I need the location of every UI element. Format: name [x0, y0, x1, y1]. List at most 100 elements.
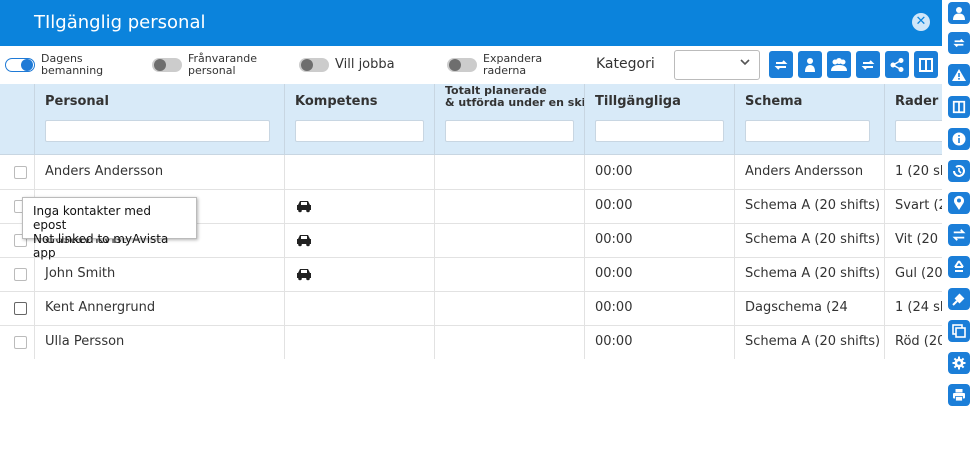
- filter-totalt-input[interactable]: [445, 120, 574, 142]
- toggle-label: raderna: [483, 64, 527, 77]
- gear-button[interactable]: [948, 352, 970, 374]
- rader-cell: Vit (20 shifts): [895, 232, 942, 247]
- columns-icon: [919, 57, 933, 72]
- recycle-button[interactable]: [948, 256, 970, 278]
- tillgangliga-cell: 00:00: [585, 189, 735, 223]
- column-label: Totalt planerade & utförda under en skif…: [445, 84, 584, 109]
- refresh-button[interactable]: [856, 51, 880, 78]
- toggle-label: bemanning: [41, 64, 104, 77]
- user-button[interactable]: [948, 2, 970, 24]
- filter-personal-input[interactable]: [45, 120, 270, 142]
- share-button[interactable]: [885, 51, 909, 78]
- rader-cell: Gul (20 shifts): [895, 266, 942, 281]
- tillgangliga-cell: 00:00: [585, 257, 735, 291]
- car-icon: [297, 234, 311, 246]
- toggle-dagens-bemanning[interactable]: Dagens bemanning: [5, 46, 103, 84]
- copy-button[interactable]: [948, 320, 970, 342]
- filter-tillgangliga-input[interactable]: [595, 120, 724, 142]
- toolbar: Dagens bemanning Frånvarande personal Vill…: [0, 46, 942, 84]
- share-icon: [890, 57, 904, 72]
- row-select-cell: [0, 257, 35, 291]
- schema-cell: Schema A (20 shifts): [735, 223, 885, 257]
- table-row[interactable]: Ulla Persson 00:00 Schema A (20 shifts) …: [0, 325, 942, 359]
- columns-side-button[interactable]: [948, 96, 970, 118]
- header-rader[interactable]: Rader: [885, 84, 942, 154]
- personal-cell: Ulla Persson: [35, 325, 285, 359]
- personal-cell: Anders Andersson: [35, 155, 285, 189]
- gear-icon: [952, 356, 966, 370]
- row-checkbox[interactable]: [14, 268, 27, 281]
- table-row[interactable]: Anders Andersson 00:00 Anders Andersson …: [0, 155, 942, 190]
- dialog-header: TIlgänglig personal ✕: [0, 0, 942, 46]
- toggle-switch[interactable]: [5, 58, 35, 72]
- toggle-franvarande-personal[interactable]: Frånvarande personal: [152, 46, 257, 84]
- header-tillgangliga[interactable]: Tillgängliga: [585, 84, 735, 154]
- personal-cell: Kent Annergrund: [35, 291, 285, 325]
- filter-kompetens-input[interactable]: [295, 120, 424, 142]
- table-row[interactable]: Kent Annergrund 00:00 Dagschema (24 1 (2…: [0, 291, 942, 326]
- car-icon: [297, 200, 311, 212]
- rader-cell: Röd (20 shifts): [895, 334, 942, 349]
- swap-side-button[interactable]: [948, 32, 970, 54]
- row-select-cell: [0, 155, 35, 189]
- kompetens-cell: [285, 257, 435, 291]
- schema-cell: Anders Andersson: [735, 155, 885, 189]
- kompetens-cell: [285, 291, 435, 325]
- row-select-cell: [0, 291, 35, 325]
- exchange-button[interactable]: [948, 224, 970, 246]
- column-label: Tillgängliga: [595, 94, 681, 109]
- copy-icon: [952, 324, 966, 338]
- filter-schema-input[interactable]: [745, 120, 870, 142]
- columns-button[interactable]: [914, 51, 938, 78]
- header-kompetens[interactable]: Kompetens: [285, 84, 435, 154]
- column-label: Schema: [745, 94, 803, 109]
- car-icon: [297, 268, 311, 280]
- swap-button[interactable]: [769, 51, 793, 78]
- rader-cell: Svart (20 shifts): [895, 198, 942, 213]
- header-personal[interactable]: Personal: [35, 84, 285, 154]
- tillgangliga-cell: 00:00: [585, 223, 735, 257]
- swap-icon: [953, 38, 965, 48]
- filter-rader-input[interactable]: [895, 120, 942, 142]
- columns-icon: [952, 100, 966, 114]
- users-icon: [831, 57, 847, 71]
- toggle-switch[interactable]: [152, 58, 182, 72]
- plug-icon: [952, 293, 965, 306]
- toggle-vill-jobba[interactable]: Vill jobba: [299, 46, 395, 84]
- toggle-switch[interactable]: [447, 58, 477, 72]
- row-checkbox[interactable]: [14, 336, 27, 349]
- user-group-icon: [805, 57, 815, 72]
- users-button[interactable]: [827, 51, 851, 78]
- column-label: Kompetens: [295, 94, 378, 109]
- header-schema[interactable]: Schema: [735, 84, 885, 154]
- toggle-expandera-raderna[interactable]: Expandera raderna: [447, 46, 542, 84]
- location-button[interactable]: [948, 192, 970, 214]
- close-icon[interactable]: ✕: [912, 13, 930, 31]
- recycle-icon: [954, 260, 964, 272]
- row-checkbox[interactable]: [14, 302, 27, 315]
- header-totalt-planerade[interactable]: Totalt planerade & utförda under en skif…: [435, 84, 585, 154]
- history-button[interactable]: [948, 160, 970, 182]
- swap-icon: [774, 59, 788, 70]
- plug-button[interactable]: [948, 288, 970, 310]
- chevron-down-icon: [739, 56, 751, 71]
- warning-icon: [952, 69, 966, 81]
- totalt-cell: [435, 189, 585, 223]
- personal-cell: John Smith: [35, 257, 285, 291]
- row-select-cell: [0, 325, 35, 359]
- warning-button[interactable]: [948, 64, 970, 86]
- schema-cell: Schema A (20 shifts): [735, 257, 885, 291]
- row-checkbox[interactable]: [14, 166, 27, 179]
- right-sidebar: [946, 0, 972, 462]
- category-label: Kategori: [596, 56, 655, 72]
- tooltip-line: Not linked to myAvista app: [33, 232, 169, 260]
- info-button[interactable]: [948, 128, 970, 150]
- table-header: Personal Kompetens Totalt planerade & ut…: [0, 84, 942, 155]
- category-select[interactable]: [674, 50, 760, 80]
- tillgangliga-cell: 00:00: [585, 291, 735, 325]
- user-group-button[interactable]: [798, 51, 822, 78]
- toggle-switch[interactable]: [299, 58, 329, 72]
- refresh-icon: [861, 59, 875, 70]
- table-row[interactable]: John Smith 00:00 Schema A (20 shifts) Gu…: [0, 257, 942, 292]
- print-button[interactable]: [948, 384, 970, 406]
